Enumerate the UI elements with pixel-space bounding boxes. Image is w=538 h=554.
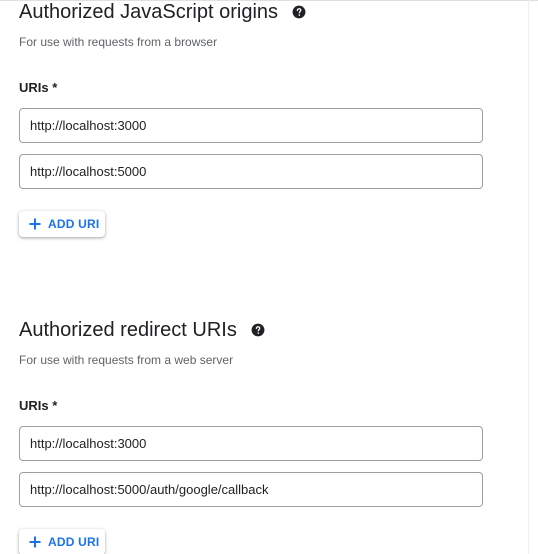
plus-icon [28, 535, 42, 549]
add-uri-label: ADD URI [48, 535, 100, 549]
help-circle-icon[interactable] [292, 5, 306, 19]
redirect-uris-title-text: Authorized redirect URIs [19, 319, 237, 341]
js-origins-title-text: Authorized JavaScript origins [19, 1, 279, 23]
right-divider [528, 0, 529, 554]
js-origin-uri-input-2[interactable] [19, 154, 483, 189]
js-origins-uris-label: URIs * [19, 80, 58, 95]
redirect-uris-add-uri-button[interactable]: ADD URI [19, 529, 105, 554]
js-origins-add-uri-button[interactable]: ADD URI [19, 211, 105, 237]
js-origins-description: For use with requests from a browser [19, 35, 218, 49]
plus-icon [28, 217, 42, 231]
redirect-uris-label: URIs * [19, 398, 58, 413]
redirect-uri-input-2[interactable] [19, 472, 483, 507]
oauth-client-settings-page: Authorized JavaScript origins For use wi… [0, 0, 538, 554]
redirect-uris-title: Authorized redirect URIs [19, 318, 265, 342]
redirect-uri-input-1[interactable] [19, 426, 483, 461]
redirect-uris-description: For use with requests from a web server [19, 353, 234, 367]
js-origin-uri-input-1[interactable] [19, 108, 483, 143]
add-uri-label: ADD URI [48, 217, 100, 231]
js-origins-title: Authorized JavaScript origins [19, 0, 306, 24]
help-circle-icon[interactable] [251, 323, 265, 337]
